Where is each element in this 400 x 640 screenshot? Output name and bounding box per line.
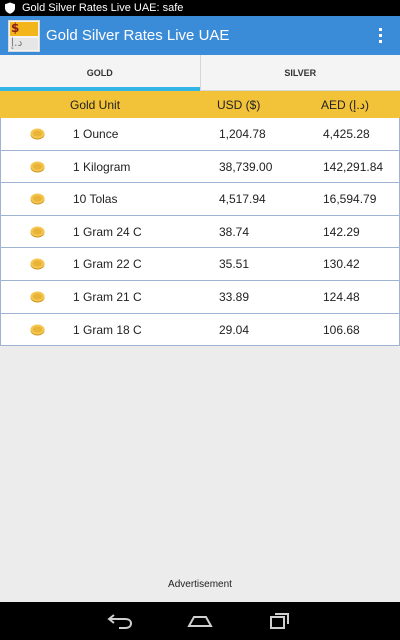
row-aed: 142,291.84 [323,159,384,174]
dollar-icon: $ [10,20,38,36]
row-unit: 1 Ounce [73,127,119,141]
row-usd: 38,739.00 [219,159,273,174]
gold-coin-icon [30,226,45,238]
table-row[interactable]: 1 Gram 24 C 38.74 142.29 [1,216,399,249]
system-nav-bar [0,602,400,640]
row-unit: 10 Tolas [73,192,118,207]
back-icon[interactable] [105,609,135,633]
row-aed: 124.48 [323,289,360,304]
row-aed: 4,425.28 [323,127,370,141]
tab-gold[interactable]: GOLD [0,55,200,91]
gold-coin-icon [30,324,45,336]
recents-icon[interactable] [265,609,295,633]
app-icon-top-text: $ [11,20,20,35]
action-bar: $ د.إ Gold Silver Rates Live UAE [0,16,400,55]
gold-coin-icon [30,258,45,270]
gold-coin-icon [30,161,45,173]
table-row[interactable]: 1 Gram 18 C 29.04 106.68 [1,314,399,347]
row-usd: 38.74 [219,224,250,239]
row-aed: 142.29 [323,224,360,239]
shield-icon [4,2,16,14]
row-unit: 1 Kilogram [73,159,131,174]
row-aed: 106.68 [323,322,360,337]
header-aed: AED (د.إ) [321,97,370,112]
table-row[interactable]: 1 Gram 22 C 35.51 130.42 [1,248,399,281]
row-usd: 33.89 [219,289,250,304]
home-icon[interactable] [185,609,215,633]
header-unit: Gold Unit [70,97,121,112]
app-icon-bottom-text: د.إ [11,35,23,49]
table-row[interactable]: 10 Tolas 4,517.94 16,594.79 [1,183,399,216]
app-icon[interactable]: $ د.إ [8,19,40,52]
gold-coin-icon [30,193,45,205]
header-usd: USD ($) [217,97,261,112]
table-row[interactable]: 1 Gram 21 C 33.89 124.48 [1,281,399,314]
status-text: Gold Silver Rates Live UAE: safe [22,2,184,14]
app-title: Gold Silver Rates Live UAE [46,27,230,44]
table-row[interactable]: 1 Ounce 1,204.78 4,425.28 [1,118,399,151]
advertisement-label: Advertisement [168,579,232,590]
row-unit: 1 Gram 22 C [73,257,142,272]
row-unit: 1 Gram 21 C [73,289,142,304]
row-usd: 29.04 [219,322,250,337]
row-unit: 1 Gram 24 C [73,224,142,239]
table-row[interactable]: 1 Kilogram 38,739.00 142,291.84 [1,151,399,184]
overflow-menu-icon[interactable] [368,16,392,55]
table-header: Gold Unit USD ($) AED (د.إ) [0,91,400,118]
status-bar: Gold Silver Rates Live UAE: safe [0,0,400,16]
row-usd: 4,517.94 [219,192,266,207]
gold-coin-icon [30,291,45,303]
row-aed: 130.42 [323,257,360,272]
tab-silver[interactable]: SILVER [199,55,400,91]
dirham-icon: د.إ [10,35,38,50]
row-unit: 1 Gram 18 C [73,322,142,337]
rates-table: 1 Ounce 1,204.78 4,425.28 1 Kilogram 38,… [0,118,400,347]
row-usd: 1,204.78 [219,127,266,141]
row-usd: 35.51 [219,257,250,272]
tab-bar: GOLD SILVER [0,55,400,91]
gold-coin-icon [30,128,45,140]
row-aed: 16,594.79 [323,192,377,207]
